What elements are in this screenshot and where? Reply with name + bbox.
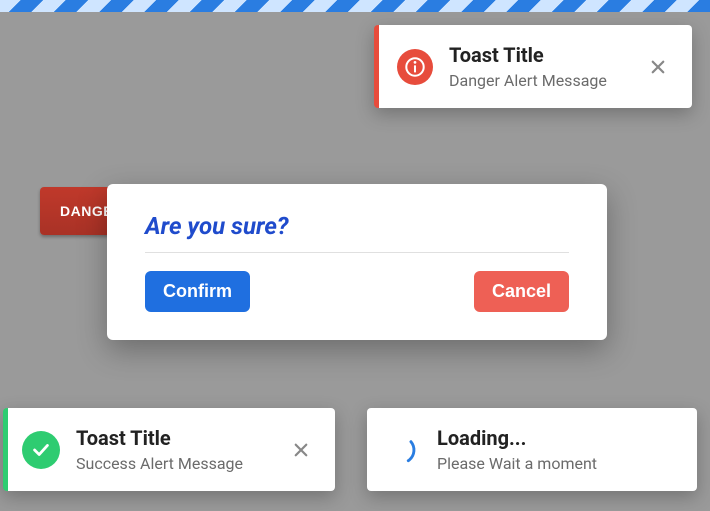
toast-danger-message: Danger Alert Message bbox=[449, 71, 636, 90]
modal-title: Are you sure? bbox=[145, 212, 569, 240]
toast-danger-title: Toast Title bbox=[449, 43, 636, 67]
divider bbox=[145, 252, 569, 253]
close-icon[interactable] bbox=[287, 436, 315, 464]
close-icon[interactable] bbox=[644, 53, 672, 81]
cancel-button[interactable]: Cancel bbox=[474, 271, 569, 312]
info-icon bbox=[397, 49, 433, 85]
toast-success-title: Toast Title bbox=[76, 426, 279, 450]
toast-loading: Loading... Please Wait a moment bbox=[367, 408, 697, 491]
toast-success: Toast Title Success Alert Message bbox=[3, 408, 335, 491]
toast-success-message: Success Alert Message bbox=[76, 454, 279, 473]
spinner-icon bbox=[383, 432, 419, 468]
toast-loading-title: Loading... bbox=[437, 426, 677, 450]
confirm-modal: Are you sure? Confirm Cancel bbox=[107, 184, 607, 340]
window-top-stripe bbox=[0, 0, 710, 12]
confirm-button[interactable]: Confirm bbox=[145, 271, 250, 312]
toast-danger: Toast Title Danger Alert Message bbox=[374, 25, 692, 108]
check-icon bbox=[22, 431, 60, 469]
toast-loading-message: Please Wait a moment bbox=[437, 454, 677, 473]
